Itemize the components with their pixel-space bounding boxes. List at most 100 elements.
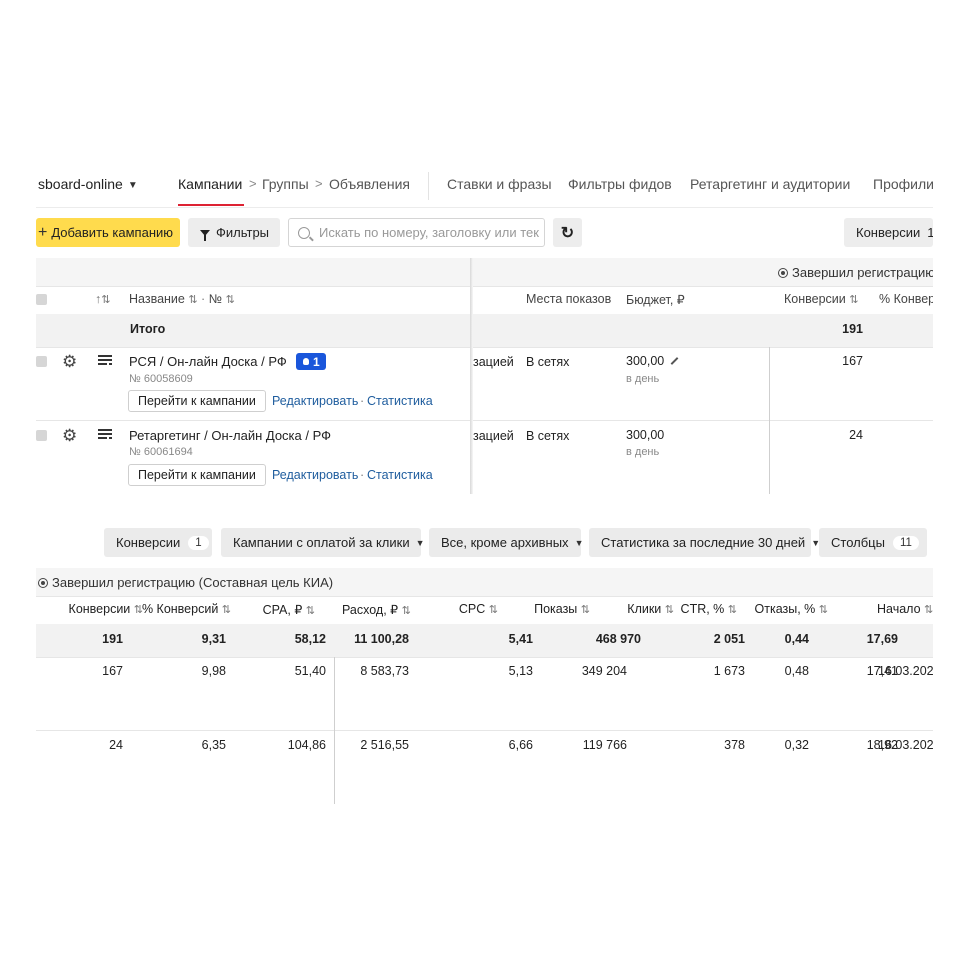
filters-label: Фильтры	[216, 225, 270, 240]
column-divider	[769, 347, 770, 494]
search-input[interactable]	[319, 225, 539, 240]
conv-pct-column-header[interactable]: % Конверсий ⇅	[142, 602, 231, 616]
period-dropdown[interactable]: Статистика за последние 30 дней ▼	[589, 528, 820, 557]
row-start-date: 16.03.2021	[878, 664, 933, 678]
row-impressions: 349 204	[581, 664, 627, 678]
row-impressions: 119 766	[582, 738, 627, 752]
total-ctr: 0,44	[784, 632, 809, 646]
conv-pct-column-header[interactable]: % Конвер	[879, 292, 933, 306]
campaign-type-icon	[98, 355, 112, 367]
chevron-down-icon: ▼	[574, 537, 584, 548]
link-separator: ·	[360, 394, 365, 408]
total-bounce: 17,69	[866, 632, 898, 646]
campaign-type-icon	[98, 429, 112, 441]
spend-column-header[interactable]: Расход, ₽ ⇅	[342, 602, 411, 617]
budget-period: в день	[626, 373, 660, 385]
gear-icon[interactable]: ⚙	[62, 353, 77, 370]
go-to-campaign-button[interactable]: Перейти к кампании	[128, 390, 266, 412]
impressions-column-header[interactable]: Показы ⇅	[534, 602, 590, 616]
chevron-down-icon: ▼	[415, 537, 425, 548]
column-divider	[334, 657, 335, 804]
start-date-column-header[interactable]: Начало ⇅	[877, 602, 933, 616]
row-checkbox[interactable]	[36, 430, 47, 441]
stats-table: Конверсии ⇅ % Конверсий ⇅ CPA, ₽ ⇅ Расхо…	[36, 596, 933, 806]
campaign-id: № 60058609	[129, 373, 193, 385]
row-cpc: 6,66	[508, 738, 533, 752]
total-impressions: 468 970	[595, 632, 641, 646]
row-conversions: 24	[109, 738, 123, 752]
total-clicks: 2 051	[713, 632, 745, 646]
row-clicks: 378	[724, 738, 745, 752]
target-icon	[778, 268, 788, 278]
row-divider	[36, 730, 933, 731]
pencil-icon[interactable]	[670, 357, 679, 365]
total-spend: 11 100,28	[354, 632, 409, 646]
row-conv-pct: 9,98	[201, 664, 226, 678]
clicks-column-header[interactable]: Клики ⇅	[627, 602, 674, 616]
row-checkbox[interactable]	[36, 356, 47, 367]
columns-button[interactable]: Столбцы 11	[819, 528, 927, 557]
header-clip: % Конвер	[36, 286, 933, 314]
search-field[interactable]	[288, 218, 545, 247]
row-clicks: 1 673	[713, 664, 745, 678]
row-ctr: 0,32	[784, 738, 809, 752]
places-cell: В сетях	[526, 355, 570, 369]
total-conversions: 191	[102, 632, 123, 646]
cpa-column-header[interactable]: CPA, ₽ ⇅	[263, 602, 315, 617]
budget-cell[interactable]: 300,00	[626, 354, 679, 368]
conversions-column-header[interactable]: Конверсии ⇅	[69, 602, 143, 616]
gear-icon[interactable]: ⚙	[62, 427, 77, 444]
recommendation-badge[interactable]: 1	[296, 353, 326, 370]
edit-link[interactable]: Редактировать	[272, 468, 358, 482]
active-tab-indicator	[178, 204, 244, 206]
goal-label: Завершил регистрацию (Составная цель КИА…	[38, 575, 333, 590]
funnel-icon	[200, 229, 210, 241]
conversions-button[interactable]: Конверсии 1	[844, 218, 933, 247]
conversions-count: 1	[188, 535, 209, 550]
budget-cell[interactable]: 300,00	[626, 428, 664, 442]
total-label: Итого	[130, 322, 166, 336]
row-spend: 2 516,55	[360, 738, 409, 752]
total-conversions: 191	[842, 322, 863, 336]
row-divider	[36, 347, 933, 348]
plus-icon: +	[38, 223, 48, 241]
bounce-column-header[interactable]: Отказы, % ⇅	[755, 602, 828, 616]
strategy-cell: зацией	[473, 429, 514, 443]
total-row	[36, 314, 933, 347]
statistics-link[interactable]: Статистика	[367, 468, 433, 482]
conversions-cell: 167	[842, 354, 863, 368]
ctr-column-header[interactable]: CTR, % ⇅	[681, 602, 737, 616]
campaign-name[interactable]: Ретаргетинг / Он-лайн Доска / РФ	[129, 428, 331, 443]
nav-overflow-clip: Профили	[36, 170, 933, 200]
lightbulb-icon	[303, 358, 309, 365]
edit-link[interactable]: Редактировать	[272, 394, 358, 408]
row-conv-pct: 6,35	[201, 738, 226, 752]
goal-header-clip: Завершил регистрацию (	[36, 258, 933, 286]
strategy-cell: зацией	[473, 355, 514, 369]
row-ctr: 0,48	[784, 664, 809, 678]
total-conv-pct: 9,31	[201, 632, 226, 646]
conversions-label: Конверсии	[856, 225, 921, 240]
cpc-column-header[interactable]: CPC ⇅	[459, 602, 498, 616]
statistics-link[interactable]: Статистика	[367, 394, 433, 408]
budget-period: в день	[626, 446, 660, 458]
pay-type-dropdown[interactable]: Кампании с оплатой за клики ▼	[221, 528, 425, 557]
conversions-filter-button[interactable]: Конверсии 1	[104, 528, 212, 557]
filters-button[interactable]: Фильтры	[188, 218, 280, 247]
places-cell: В сетях	[526, 429, 570, 443]
row-spend: 8 583,73	[360, 664, 409, 678]
goal-label: Завершил регистрацию (	[778, 265, 933, 280]
target-icon	[38, 578, 48, 588]
go-to-campaign-button[interactable]: Перейти к кампании	[128, 464, 266, 486]
add-campaign-button[interactable]: + Добавить кампанию	[36, 218, 180, 247]
row-cpc: 5,13	[508, 664, 533, 678]
tab-profiles[interactable]: Профили	[873, 176, 933, 192]
archive-filter-dropdown[interactable]: Все, кроме архивных ▼	[429, 528, 584, 557]
add-campaign-label: Добавить кампанию	[51, 225, 174, 240]
conversions-cell: 24	[849, 428, 863, 442]
nav-divider-line	[36, 207, 933, 208]
refresh-button[interactable]: ↻	[553, 218, 582, 247]
campaign-name[interactable]: РСЯ / Он-лайн Доска / РФ	[129, 354, 287, 369]
total-cpa: 58,12	[294, 632, 326, 646]
row-conversions: 167	[102, 664, 123, 678]
